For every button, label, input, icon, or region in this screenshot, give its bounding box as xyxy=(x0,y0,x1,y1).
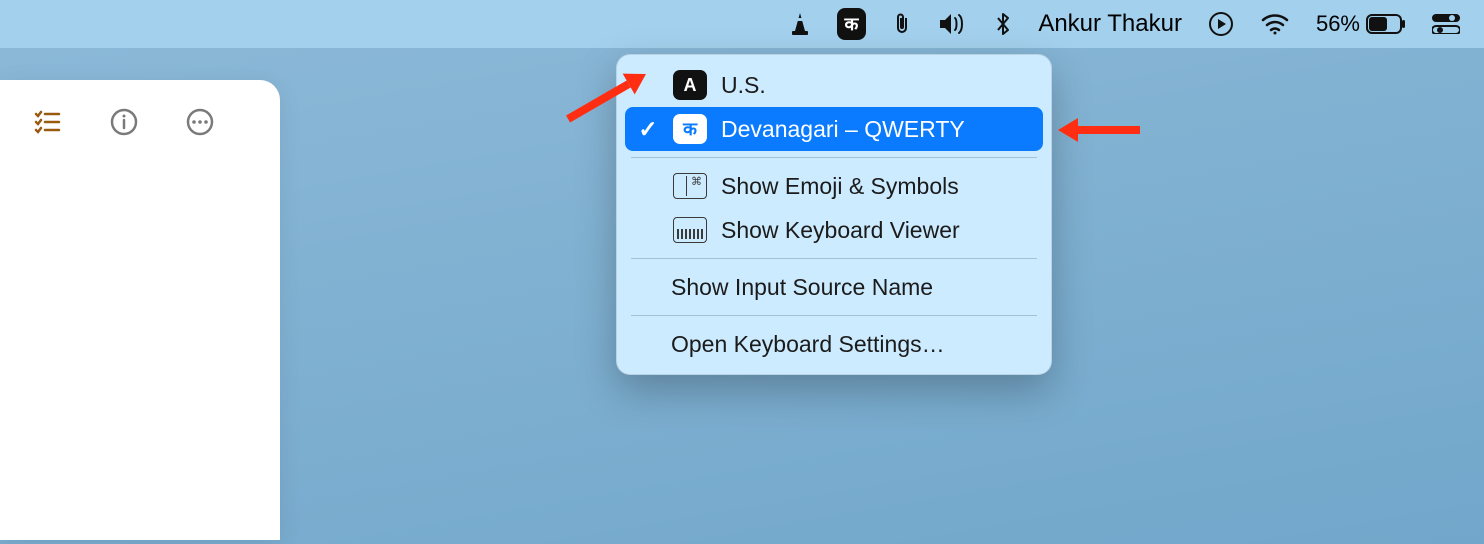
menu-label: Show Input Source Name xyxy=(671,274,933,301)
control-center-icon[interactable] xyxy=(1432,14,1460,34)
bluetooth-icon[interactable] xyxy=(994,11,1012,37)
character-viewer-icon xyxy=(673,173,707,199)
checkmark-icon: ✓ xyxy=(637,116,659,143)
menu-separator xyxy=(631,315,1037,316)
username-menubar-item[interactable]: Ankur Thakur xyxy=(1038,10,1182,38)
open-keyboard-settings-item[interactable]: Open Keyboard Settings… xyxy=(617,322,1051,366)
battery-percent-label: 56% xyxy=(1316,11,1360,37)
menubar: क Ankur Thakur 56% xyxy=(0,0,1484,48)
menu-separator xyxy=(631,157,1037,158)
app-toolbar xyxy=(0,80,280,164)
volume-icon[interactable] xyxy=(938,12,968,36)
menu-separator xyxy=(631,258,1037,259)
input-source-label: U.S. xyxy=(721,72,766,99)
input-source-item-devanagari[interactable]: ✓ क Devanagari – QWERTY xyxy=(625,107,1043,151)
input-source-menubar-icon[interactable]: क xyxy=(837,8,867,40)
keyboard-badge-icon: A xyxy=(673,70,707,100)
menu-label: Show Keyboard Viewer xyxy=(721,217,960,244)
annotation-arrow xyxy=(1058,118,1140,142)
checklist-icon[interactable] xyxy=(34,108,62,136)
keyboard-badge-icon: क xyxy=(673,114,707,144)
menu-label: Open Keyboard Settings… xyxy=(671,331,945,358)
input-source-label: Devanagari – QWERTY xyxy=(721,116,965,143)
battery-menubar-item[interactable]: 56% xyxy=(1316,11,1406,37)
input-source-item-us[interactable]: A U.S. xyxy=(617,63,1051,107)
input-source-dropdown: A U.S. ✓ क Devanagari – QWERTY Show Emoj… xyxy=(616,54,1052,375)
menu-label: Show Emoji & Symbols xyxy=(721,173,959,200)
input-source-glyph: क xyxy=(845,12,859,36)
show-keyboard-viewer-item[interactable]: Show Keyboard Viewer xyxy=(617,208,1051,252)
battery-icon xyxy=(1366,14,1406,34)
now-playing-icon[interactable] xyxy=(1208,11,1234,37)
info-icon[interactable] xyxy=(110,108,138,136)
show-input-source-name-item[interactable]: Show Input Source Name xyxy=(617,265,1051,309)
app-window xyxy=(0,80,280,540)
keyboard-viewer-icon xyxy=(673,217,707,243)
vlc-icon[interactable] xyxy=(789,12,811,36)
more-icon[interactable] xyxy=(186,108,214,136)
attachment-icon[interactable] xyxy=(892,11,912,37)
show-emoji-item[interactable]: Show Emoji & Symbols xyxy=(617,164,1051,208)
wifi-icon[interactable] xyxy=(1260,13,1290,35)
